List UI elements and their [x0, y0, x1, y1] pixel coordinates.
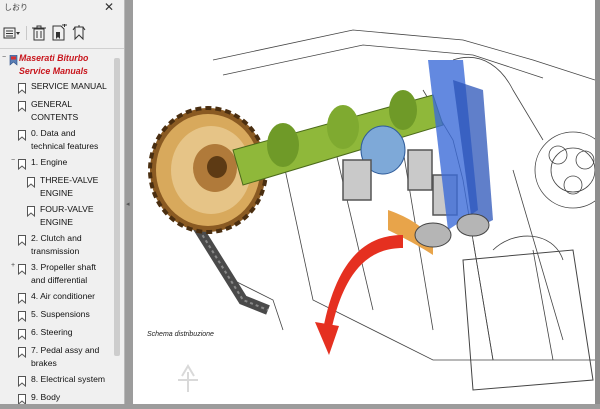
bookmark-icon	[18, 128, 26, 142]
collapse-toggle[interactable]: −	[2, 54, 6, 61]
bookmark-item[interactable]: FOUR-VALVE ENGINE	[0, 203, 112, 231]
bookmark-item[interactable]: 4. Air conditioner	[0, 290, 112, 306]
bookmarks-panel: しおり ✕ − Maserati Biturbo Service Manuals…	[0, 0, 125, 404]
bookmarks-toolbar	[0, 18, 124, 46]
engine-block-linework	[212, 29, 600, 361]
close-panel-icon[interactable]: ✕	[104, 0, 114, 14]
engine-timing-illustration	[148, 29, 600, 392]
bookmark-icon	[18, 81, 26, 95]
bookmark-label: 1. Engine	[31, 157, 68, 167]
bookmark-item[interactable]: 5. Suspensions	[0, 308, 112, 324]
bookmark-item[interactable]: 0. Data and technical features	[0, 127, 112, 155]
trash-icon[interactable]	[30, 24, 48, 42]
list-options-icon[interactable]	[3, 24, 21, 42]
timing-belt	[188, 217, 270, 315]
bookmark-label: 5. Suspensions	[31, 309, 90, 319]
bookmark-item[interactable]: 6. Steering	[0, 326, 112, 342]
bookmark-label: FOUR-VALVE ENGINE	[40, 204, 94, 227]
panel-divider	[0, 48, 124, 49]
bookmark-icon	[18, 374, 26, 388]
bookmark-icon	[18, 309, 26, 323]
bookmark-icon	[18, 345, 26, 359]
bookmark-item[interactable]: 2. Clutch and transmission	[0, 232, 112, 260]
bookmark-icon	[18, 233, 26, 247]
bookmark-label: THREE-VALVE ENGINE	[40, 175, 99, 198]
bookmark-item[interactable]: + 3. Propeller shaft and differential	[0, 261, 112, 289]
bookmarks-panel-title: しおり	[4, 3, 28, 12]
bookmark-tree: − Maserati Biturbo Service Manuals SERVI…	[0, 50, 112, 404]
new-bookmark-icon[interactable]	[50, 23, 68, 42]
bookmark-item[interactable]: THREE-VALVE ENGINE	[0, 174, 112, 202]
bookmark-label: 4. Air conditioner	[31, 291, 96, 301]
document-scrollbar[interactable]	[595, 0, 600, 404]
document-page: Schema distribuzione	[133, 0, 600, 404]
bookmark-icon	[18, 392, 26, 404]
bookmark-item[interactable]: GENERAL CONTENTS	[0, 98, 112, 126]
bookmark-label: 3. Propeller shaft and differential	[31, 262, 96, 285]
figure-caption: Schema distribuzione	[147, 331, 214, 338]
bookmark-root[interactable]: − Maserati Biturbo Service Manuals	[0, 52, 112, 80]
trident-watermark-icon	[178, 364, 198, 392]
collapse-toggle[interactable]: −	[11, 157, 15, 164]
bookmark-icon	[18, 291, 26, 305]
bookmark-label: GENERAL CONTENTS	[31, 99, 79, 122]
bookmark-item[interactable]: 7. Pedal assy and brakes	[0, 344, 112, 372]
bookmark-label: 7. Pedal assy and brakes	[31, 345, 100, 368]
red-flow-arrow	[323, 235, 403, 332]
panel-resize-handle-icon[interactable]: ◂	[126, 200, 130, 208]
bookmark-item[interactable]: 8. Electrical system	[0, 373, 112, 389]
bookmark-icon	[27, 175, 35, 189]
bookmark-icon	[18, 99, 26, 113]
bookmark-item[interactable]: − 1. Engine	[0, 156, 112, 172]
bookmark-item[interactable]: SERVICE MANUAL	[0, 80, 112, 96]
bookmark-label: 8. Electrical system	[31, 374, 106, 384]
find-bookmark-icon[interactable]	[70, 24, 88, 42]
valve-head	[414, 222, 452, 248]
bookmark-icon	[27, 204, 35, 218]
bookmarks-panel-header: しおり ✕	[0, 0, 124, 16]
bookmark-label: 0. Data and technical features	[31, 128, 99, 151]
bookmark-icon	[18, 262, 26, 276]
bookmark-item[interactable]: 9. Body	[0, 391, 112, 404]
expand-toggle[interactable]: +	[11, 262, 15, 269]
bookmark-label: 2. Clutch and transmission	[31, 233, 82, 256]
toolbar-separator	[26, 26, 27, 40]
bookmark-label: 9. Body	[31, 392, 61, 402]
bookmark-label: 6. Steering	[31, 327, 73, 337]
bookmark-icon	[18, 327, 26, 341]
bookmark-label: SERVICE MANUAL	[31, 81, 107, 91]
bookmark-scrollbar[interactable]	[112, 50, 122, 404]
document-bookmark-icon	[9, 53, 18, 66]
bookmark-icon	[18, 157, 26, 171]
scrollbar-thumb[interactable]	[114, 58, 120, 356]
bookmark-label: Maserati Biturbo Service Manuals	[19, 53, 89, 76]
